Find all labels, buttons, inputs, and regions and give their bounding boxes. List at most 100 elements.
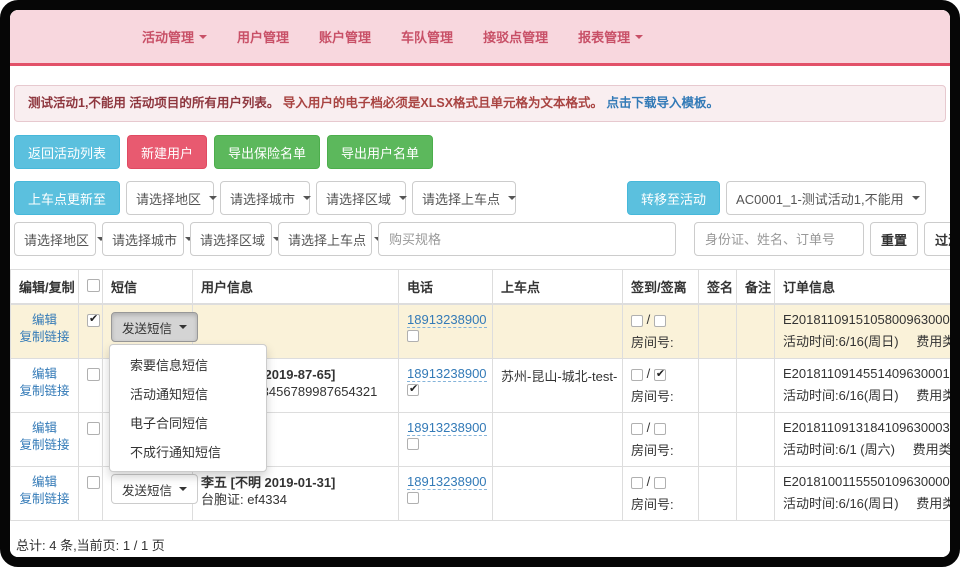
pagination-summary: 总计: 4 条,当前页: 1 / 1 页 [10, 521, 950, 567]
chevron-down-icon [399, 196, 407, 200]
header-pickup-point: 上车点 [493, 270, 623, 305]
nav-label: 用户管理 [237, 27, 289, 46]
checkout-checkbox[interactable] [654, 423, 666, 435]
header-checkin-checkout: 签到/签离 [623, 270, 699, 305]
select-value: 请选择城市 [112, 230, 177, 249]
row-checkbox[interactable] [87, 476, 100, 489]
row-checkbox[interactable] [87, 368, 100, 381]
header-order-info: 订单信息 [775, 270, 960, 305]
search-input[interactable] [694, 222, 864, 256]
copy-link[interactable]: 复制链接 [19, 329, 70, 346]
phone-link[interactable]: 18913238900 [407, 366, 487, 382]
reset-button[interactable]: 重置 [870, 222, 918, 256]
menu-item-cancel-notice-sms[interactable]: 不成行通知短信 [110, 437, 266, 466]
checkout-checkbox[interactable] [654, 369, 666, 381]
search-filter-row: 请选择地区 请选择城市 请选择区域 请选择上车点 重置 过滤 [14, 222, 960, 256]
send-sms-button[interactable]: 发送短信 [111, 312, 198, 342]
back-to-activity-list-button[interactable]: 返回活动列表 [14, 135, 120, 169]
pickup-update-row: 上车点更新至 请选择地区 请选择城市 请选择区域 请选择上车点 转移至活动 AC… [14, 181, 960, 215]
phone-checkbox[interactable] [407, 492, 419, 504]
signature-cell [699, 304, 737, 359]
action-button-row: 返回活动列表 新建用户 导出保险名单 导出用户名单 [14, 135, 946, 169]
chevron-down-icon [912, 196, 920, 200]
phone-checkbox[interactable] [407, 438, 419, 450]
district-select-2[interactable]: 请选择区域 [190, 222, 272, 256]
export-insurance-list-button[interactable]: 导出保险名单 [214, 135, 320, 169]
alert-message: 导入用户的电子档必须是XLSX格式且单元格为文本格式。 [283, 96, 603, 110]
pickup-point-select-2[interactable]: 请选择上车点 [278, 222, 372, 256]
checkin-checkbox[interactable] [631, 423, 643, 435]
header-sms: 短信 [103, 270, 193, 305]
chevron-down-icon [179, 325, 187, 329]
table-header-row: 编辑/复制 短信 用户信息 电话 上车点 签到/签离 签名 备注 订单信息 [11, 270, 960, 305]
edit-link[interactable]: 编辑 [19, 474, 70, 491]
phone-link[interactable]: 18913238900 [407, 420, 487, 436]
menu-item-activity-notice-sms[interactable]: 活动通知短信 [110, 379, 266, 408]
info-alert: 测试活动1,不能用 活动项目的所有用户列表。 导入用户的电子档必须是XLSX格式… [14, 85, 946, 122]
copy-link[interactable]: 复制链接 [19, 437, 70, 454]
menu-item-request-info-sms[interactable]: 索要信息短信 [110, 350, 266, 379]
row-checkbox[interactable] [87, 422, 100, 435]
checkin-checkbox[interactable] [631, 315, 643, 327]
chevron-down-icon [199, 35, 207, 39]
header-note: 备注 [737, 270, 775, 305]
phone-checkbox[interactable] [407, 330, 419, 342]
export-user-list-button[interactable]: 导出用户名单 [327, 135, 433, 169]
header-edit-copy: 编辑/复制 [11, 270, 79, 305]
nav-activity-management[interactable]: 活动管理 [142, 27, 207, 46]
district-select[interactable]: 请选择区域 [316, 181, 406, 215]
city-select-2[interactable]: 请选择城市 [102, 222, 184, 256]
copy-link[interactable]: 复制链接 [19, 491, 70, 508]
menu-item-e-contract-sms[interactable]: 电子合同短信 [110, 408, 266, 437]
nav-label: 车队管理 [401, 27, 453, 46]
order-activity-time: 活动时间:6/16(周日) [783, 334, 899, 349]
update-pickup-point-button[interactable]: 上车点更新至 [14, 181, 120, 215]
nav-fleet-management[interactable]: 车队管理 [401, 27, 453, 46]
nav-label: 活动管理 [142, 27, 194, 46]
edit-link[interactable]: 编辑 [19, 312, 70, 329]
target-activity-select[interactable]: AC0001_1-测试活动1,不能用 [726, 181, 926, 215]
order-fee-type: 费用类型 [916, 334, 960, 349]
nav-label: 账户管理 [319, 27, 371, 46]
sms-dropdown-menu: 索要信息短信 活动通知短信 电子合同短信 不成行通知短信 [109, 344, 267, 472]
header-user-info: 用户信息 [193, 270, 399, 305]
nav-account-management[interactable]: 账户管理 [319, 27, 371, 46]
nav-label: 报表管理 [578, 27, 630, 46]
region-select-2[interactable]: 请选择地区 [14, 222, 96, 256]
filter-button[interactable]: 过滤 [924, 222, 960, 256]
pickup-point-select[interactable]: 请选择上车点 [412, 181, 516, 215]
sms-button-label: 发送短信 [122, 318, 172, 337]
phone-checkbox[interactable] [407, 384, 419, 396]
checkout-checkbox[interactable] [654, 315, 666, 327]
checkout-checkbox[interactable] [654, 477, 666, 489]
note-cell [737, 467, 775, 521]
edit-link[interactable]: 编辑 [19, 420, 70, 437]
transfer-to-activity-button[interactable]: 转移至活动 [627, 181, 720, 215]
chevron-down-icon [209, 196, 217, 200]
new-user-button[interactable]: 新建用户 [127, 135, 207, 169]
select-value: 请选择城市 [230, 189, 295, 208]
region-select[interactable]: 请选择地区 [126, 181, 214, 215]
header-phone: 电话 [399, 270, 493, 305]
select-value: 请选择地区 [136, 189, 201, 208]
edit-link[interactable]: 编辑 [19, 366, 70, 383]
phone-link[interactable]: 18913238900 [407, 474, 487, 490]
phone-link[interactable]: 18913238900 [407, 312, 487, 328]
nav-label: 接驳点管理 [483, 27, 548, 46]
room-number-label: 房间号: [631, 386, 690, 405]
select-value: 请选择上车点 [288, 230, 366, 249]
download-template-link[interactable]: 点击下载导入模板。 [607, 96, 720, 110]
send-sms-button[interactable]: 发送短信 [111, 474, 198, 504]
page: 活动管理 用户管理 账户管理 车队管理 接驳点管理 报表管理 测试活动1,不能用… [10, 10, 950, 557]
purchase-spec-input[interactable] [378, 222, 676, 256]
city-select[interactable]: 请选择城市 [220, 181, 310, 215]
row-checkbox[interactable] [87, 314, 100, 327]
nav-user-management[interactable]: 用户管理 [237, 27, 289, 46]
user-table: 编辑/复制 短信 用户信息 电话 上车点 签到/签离 签名 备注 订单信息 编辑 [10, 269, 960, 521]
checkin-checkbox[interactable] [631, 369, 643, 381]
checkin-checkbox[interactable] [631, 477, 643, 489]
select-all-checkbox[interactable] [87, 279, 100, 292]
nav-shuttle-point-management[interactable]: 接驳点管理 [483, 27, 548, 46]
copy-link[interactable]: 复制链接 [19, 383, 70, 400]
nav-report-management[interactable]: 报表管理 [578, 27, 643, 46]
